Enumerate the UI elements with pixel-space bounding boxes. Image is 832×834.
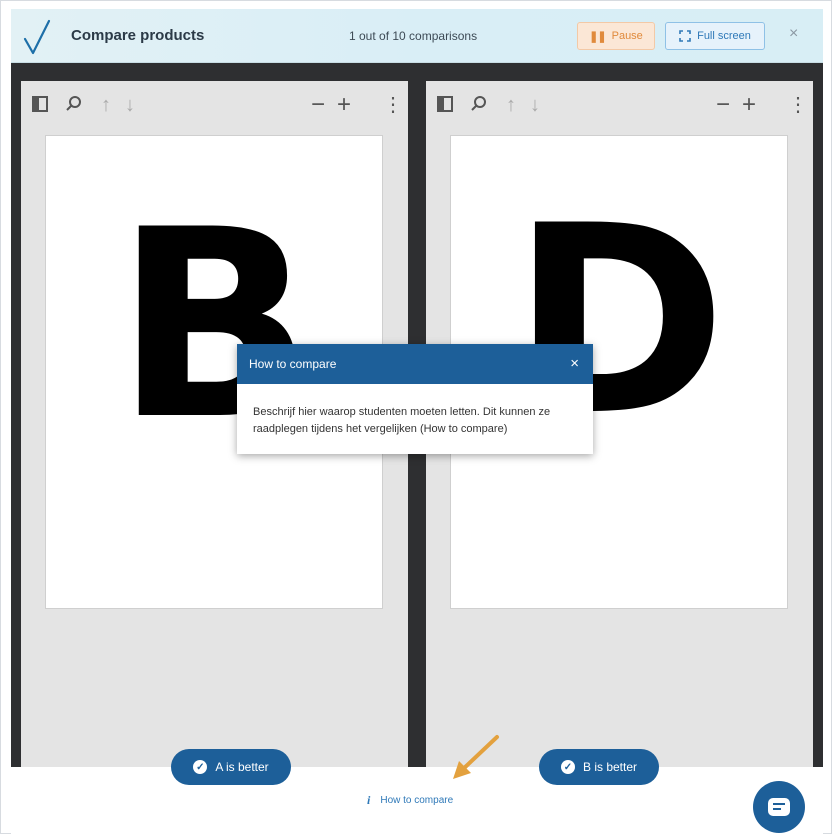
close-icon[interactable]: × [789, 25, 798, 43]
check-icon: ✓ [560, 760, 575, 774]
arrow-down-icon[interactable]: ↓ [125, 95, 135, 115]
b-is-better-label: B is better [582, 760, 638, 774]
sidebar-toggle-icon[interactable] [436, 95, 454, 113]
how-to-compare-link[interactable]: i How to compare [367, 793, 453, 808]
pause-button[interactable]: ❚❚ Pause [577, 22, 655, 50]
logo-checkmark-icon [23, 19, 51, 55]
minus-icon[interactable]: − [311, 93, 325, 117]
arrow-down-icon[interactable]: ↓ [530, 95, 540, 115]
comparison-counter: 1 out of 10 comparisons [349, 29, 478, 43]
pause-label: Pause [611, 30, 643, 42]
b-is-better-button[interactable]: ✓ B is better [539, 749, 659, 785]
a-is-better-label: A is better [215, 760, 269, 774]
viewer-a-toolbar: ↑ ↓ − + ⋮ [21, 81, 408, 133]
search-icon[interactable] [470, 95, 488, 113]
viewer-b-toolbar: ↑ ↓ − + ⋮ [426, 81, 813, 133]
fullscreen-label: Full screen [697, 30, 751, 42]
page-title: Compare products [71, 27, 205, 44]
header-bar: Compare products 1 out of 10 comparisons… [11, 9, 823, 63]
dialog-title: How to compare [249, 357, 337, 371]
app-window: Compare products 1 out of 10 comparisons… [0, 0, 832, 834]
pause-icon: ❚❚ [589, 30, 606, 43]
kebab-menu-icon[interactable]: ⋮ [788, 95, 808, 115]
annotation-arrow-icon [453, 735, 499, 779]
dialog-close-icon[interactable]: × [570, 355, 579, 372]
how-to-compare-dialog: How to compare × Beschrijf hier waarop s… [237, 344, 593, 454]
info-icon: i [367, 793, 371, 807]
minus-icon[interactable]: − [716, 93, 730, 117]
arrow-up-icon[interactable]: ↑ [101, 95, 111, 115]
bottom-bar: ✓ A is better ✓ B is better i How to com… [11, 735, 823, 834]
kebab-menu-icon[interactable]: ⋮ [383, 95, 403, 115]
chat-icon [768, 798, 790, 816]
search-icon[interactable] [65, 95, 83, 113]
dialog-header: How to compare × [237, 344, 593, 384]
fullscreen-icon [679, 30, 691, 42]
fullscreen-button[interactable]: Full screen [665, 22, 765, 50]
dialog-body-text: Beschrijf hier waarop studenten moeten l… [253, 406, 551, 435]
how-to-compare-label: How to compare [380, 795, 454, 806]
a-is-better-button[interactable]: ✓ A is better [171, 749, 291, 785]
check-icon: ✓ [193, 760, 208, 774]
plus-icon[interactable]: + [742, 93, 756, 117]
arrow-up-icon[interactable]: ↑ [506, 95, 516, 115]
chat-button[interactable] [753, 781, 805, 833]
sidebar-toggle-icon[interactable] [31, 95, 49, 113]
plus-icon[interactable]: + [337, 93, 351, 117]
